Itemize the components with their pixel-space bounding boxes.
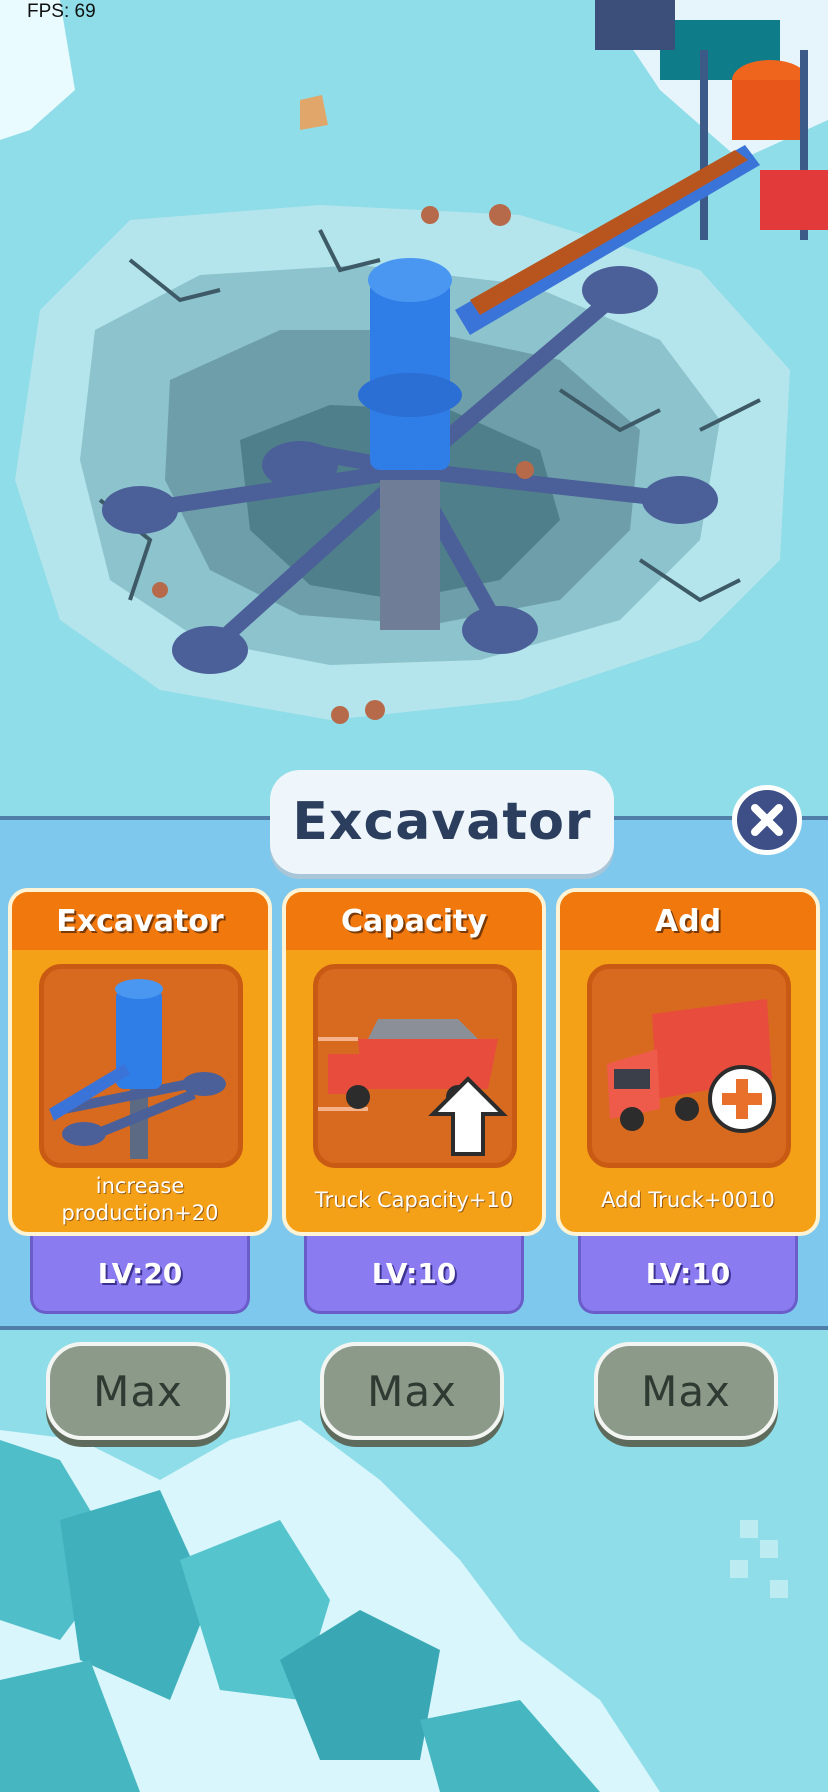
- upgrade-card-excavator: Excavator increase production+20: [8, 888, 272, 1236]
- card-header: Excavator: [12, 892, 268, 950]
- level-text: LV:10: [371, 1257, 457, 1290]
- card-title: Add: [654, 903, 722, 939]
- level-text: LV:20: [97, 1257, 183, 1290]
- level-text: LV:10: [645, 1257, 731, 1290]
- card-description: increase production+20: [61, 1174, 219, 1225]
- card-description: Add Truck+0010: [601, 1187, 775, 1212]
- max-button-capacity[interactable]: Max: [320, 1342, 504, 1440]
- upgrade-card-capacity: Capacity Truck Capacity+10: [282, 888, 546, 1236]
- close-button[interactable]: [732, 785, 802, 855]
- level-badge-excavator: LV:20: [30, 1236, 250, 1314]
- card-header: Capacity: [286, 892, 542, 950]
- panel-title-banner: Excavator: [270, 770, 614, 874]
- truck-capacity-icon: [313, 964, 517, 1168]
- add-truck-icon: [587, 964, 791, 1168]
- excavator-tower-icon: [39, 964, 243, 1168]
- card-description: Truck Capacity+10: [314, 1187, 514, 1212]
- card-header: Add: [560, 892, 816, 950]
- max-button-label: Max: [641, 1366, 731, 1416]
- close-icon: [751, 804, 783, 836]
- max-button-label: Max: [367, 1366, 457, 1416]
- max-button-excavator[interactable]: Max: [46, 1342, 230, 1440]
- panel-title: Excavator: [292, 792, 592, 852]
- max-button-label: Max: [93, 1366, 183, 1416]
- level-badge-capacity: LV:10: [304, 1236, 524, 1314]
- upgrade-card-add: Add Add Truck+0010: [556, 888, 820, 1236]
- card-title: Excavator: [56, 903, 224, 939]
- fps-counter: FPS: 69: [27, 1, 96, 22]
- card-title: Capacity: [341, 903, 487, 939]
- max-button-add[interactable]: Max: [594, 1342, 778, 1440]
- level-badge-add: LV:10: [578, 1236, 798, 1314]
